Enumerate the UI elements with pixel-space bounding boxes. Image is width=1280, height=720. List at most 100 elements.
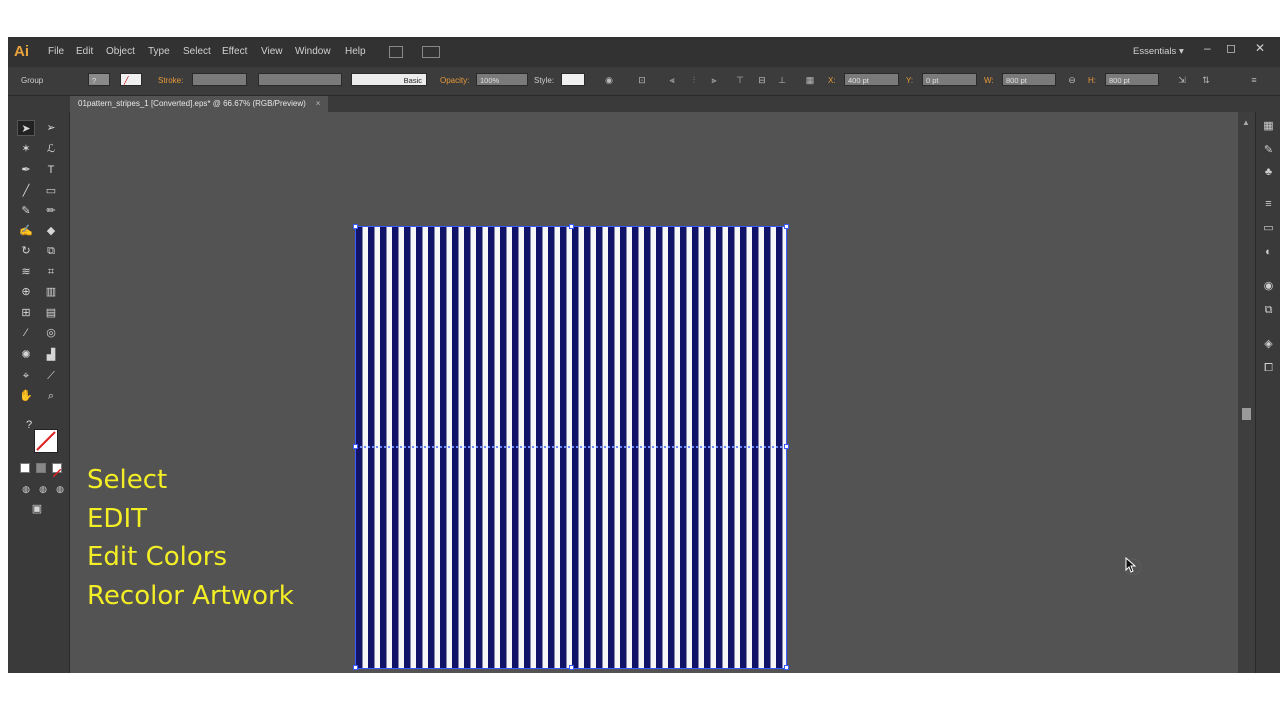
artboards-panel-icon[interactable]: ⧠ — [1262, 362, 1275, 375]
document-tab[interactable]: 01pattern_stripes_1 [Converted].eps* @ 6… — [70, 96, 329, 112]
close-tab-icon[interactable]: × — [316, 99, 321, 108]
transform-icon[interactable]: ⇲ — [1176, 75, 1188, 85]
gradient-panel-icon[interactable]: ▭ — [1262, 222, 1275, 235]
handle-bottom-center[interactable] — [569, 665, 574, 670]
y-field[interactable]: 0 pt — [922, 73, 977, 86]
striped-pattern-artwork[interactable] — [353, 224, 789, 670]
lasso-tool-icon[interactable]: ℒ — [42, 141, 60, 157]
handle-bottom-right[interactable] — [784, 665, 789, 670]
stroke-weight-field[interactable] — [192, 73, 247, 86]
isolate-group-icon[interactable]: ⇅ — [1200, 75, 1212, 85]
stroke-color-icon[interactable] — [34, 429, 58, 453]
rotate-tool-icon[interactable]: ↻ — [17, 243, 35, 259]
recolor-artwork-icon[interactable]: ◉ — [603, 75, 615, 85]
menu-effect[interactable]: Effect — [222, 46, 247, 57]
symbol-sprayer-tool-icon[interactable]: ✺ — [17, 347, 35, 363]
graphic-styles-panel-icon[interactable]: ⧉ — [1262, 304, 1275, 317]
slice-tool-icon[interactable]: ⟋ — [42, 368, 60, 384]
bridge-icon[interactable] — [389, 46, 403, 58]
pencil-tool-icon[interactable]: ✏ — [42, 203, 60, 219]
warp-tool-icon[interactable]: ≋ — [17, 264, 35, 280]
variable-width-profile[interactable] — [258, 73, 342, 86]
handle-top-center[interactable] — [569, 224, 574, 229]
eraser-tool-icon[interactable]: ◆ — [42, 223, 60, 239]
hand-tool-icon[interactable]: ✋ — [17, 388, 35, 404]
pen-tool-icon[interactable]: ✒ — [17, 162, 35, 178]
mesh-tool-icon[interactable]: ⊞ — [17, 305, 35, 321]
control-panel-menu-icon[interactable]: ≡ — [1248, 75, 1260, 85]
maximize-button[interactable]: ◻ — [1226, 41, 1236, 55]
screen-mode-icon[interactable]: ▣ — [28, 501, 46, 517]
gradient-mode-icon[interactable] — [36, 463, 46, 473]
none-mode-icon[interactable] — [52, 463, 62, 478]
constrain-proportions-icon[interactable]: ⊖ — [1066, 75, 1078, 85]
menu-type[interactable]: Type — [148, 46, 170, 57]
layers-panel-icon[interactable]: ◈ — [1262, 338, 1275, 351]
menu-view[interactable]: View — [261, 46, 283, 57]
symbols-panel-icon[interactable]: ♣ — [1262, 166, 1275, 179]
arrange-documents-icon[interactable] — [422, 46, 440, 58]
align-left-icon[interactable]: ⫷ — [666, 75, 678, 85]
width-field[interactable]: 800 pt — [1002, 73, 1056, 86]
type-tool-icon[interactable]: T — [42, 162, 60, 178]
draw-inside-icon[interactable]: ◍ — [51, 481, 69, 497]
handle-bottom-left[interactable] — [353, 665, 358, 670]
minimize-button[interactable]: ‒ — [1204, 41, 1211, 55]
perspective-grid-tool-icon[interactable]: ▥ — [42, 284, 60, 300]
scale-tool-icon[interactable]: ⧉ — [42, 243, 60, 259]
rectangle-tool-icon[interactable]: ▭ — [42, 183, 60, 199]
align-right-icon[interactable]: ⫸ — [708, 75, 720, 85]
menu-window[interactable]: Window — [295, 46, 331, 57]
x-field[interactable]: 400 pt — [844, 73, 899, 86]
height-field[interactable]: 800 pt — [1105, 73, 1159, 86]
brushes-panel-icon[interactable]: ✎ — [1262, 144, 1275, 157]
align-center-icon[interactable]: ⫶ — [688, 75, 700, 85]
align-to-icon[interactable]: ⊡ — [636, 75, 648, 85]
shape-builder-tool-icon[interactable]: ⊕ — [17, 284, 35, 300]
align-middle-icon[interactable]: ⊟ — [756, 75, 768, 85]
menu-select[interactable]: Select — [183, 46, 211, 57]
direct-selection-tool-icon[interactable]: ➢ — [42, 120, 60, 136]
stroke-panel-icon[interactable]: ≡ — [1262, 198, 1275, 211]
selection-tool-icon[interactable]: ➤ — [17, 120, 35, 136]
menu-object[interactable]: Object — [106, 46, 135, 57]
menu-file[interactable]: File — [48, 46, 64, 57]
close-window-button[interactable]: ✕ — [1255, 41, 1265, 55]
fill-swatch[interactable]: ? — [88, 73, 110, 86]
handle-middle-right[interactable] — [784, 444, 789, 449]
zoom-tool-icon[interactable]: ⌕ — [42, 388, 60, 404]
color-mode-icon[interactable] — [20, 463, 30, 473]
line-tool-icon[interactable]: ╱ — [17, 183, 35, 199]
stroke-label[interactable]: Stroke: — [158, 76, 183, 85]
column-graph-tool-icon[interactable]: ▟ — [42, 347, 60, 363]
eyedropper-tool-icon[interactable]: ⁄ — [17, 325, 35, 341]
workspace-switcher[interactable]: Essentials ▾ — [1133, 46, 1184, 57]
stroke-swatch[interactable]: ╱ — [120, 73, 142, 86]
draw-normal-icon[interactable]: ◍ — [17, 481, 35, 497]
handle-top-right[interactable] — [784, 224, 789, 229]
transparency-panel-icon[interactable]: ◐ — [1262, 246, 1275, 259]
reference-point-icon[interactable]: ▦ — [804, 75, 816, 85]
menu-edit[interactable]: Edit — [76, 46, 93, 57]
scroll-up-icon[interactable]: ▲ — [1242, 118, 1250, 127]
menu-help[interactable]: Help — [345, 46, 366, 57]
brush-definition[interactable]: Basic — [351, 73, 427, 86]
align-bottom-icon[interactable]: ⊥ — [776, 75, 788, 85]
opacity-field[interactable]: 100% — [476, 73, 528, 86]
color-panel-icon[interactable]: ▦ — [1262, 120, 1275, 133]
magic-wand-tool-icon[interactable]: ✶ — [17, 141, 35, 157]
free-transform-tool-icon[interactable]: ⌗ — [42, 264, 60, 280]
opacity-label[interactable]: Opacity: — [440, 76, 469, 85]
vertical-scrollbar[interactable]: ▲ — [1238, 112, 1255, 673]
graphic-style-swatch[interactable] — [561, 73, 585, 86]
appearance-panel-icon[interactable]: ◉ — [1262, 280, 1275, 293]
handle-middle-left[interactable] — [353, 444, 358, 449]
gradient-tool-icon[interactable]: ▤ — [42, 305, 60, 321]
draw-behind-icon[interactable]: ◍ — [34, 481, 52, 497]
handle-top-left[interactable] — [353, 224, 358, 229]
scrollbar-thumb[interactable] — [1242, 408, 1251, 420]
align-top-icon[interactable]: ⊤ — [734, 75, 746, 85]
blend-tool-icon[interactable]: ◎ — [42, 325, 60, 341]
blob-brush-tool-icon[interactable]: ✍ — [17, 223, 35, 239]
paintbrush-tool-icon[interactable]: ✎ — [17, 203, 35, 219]
